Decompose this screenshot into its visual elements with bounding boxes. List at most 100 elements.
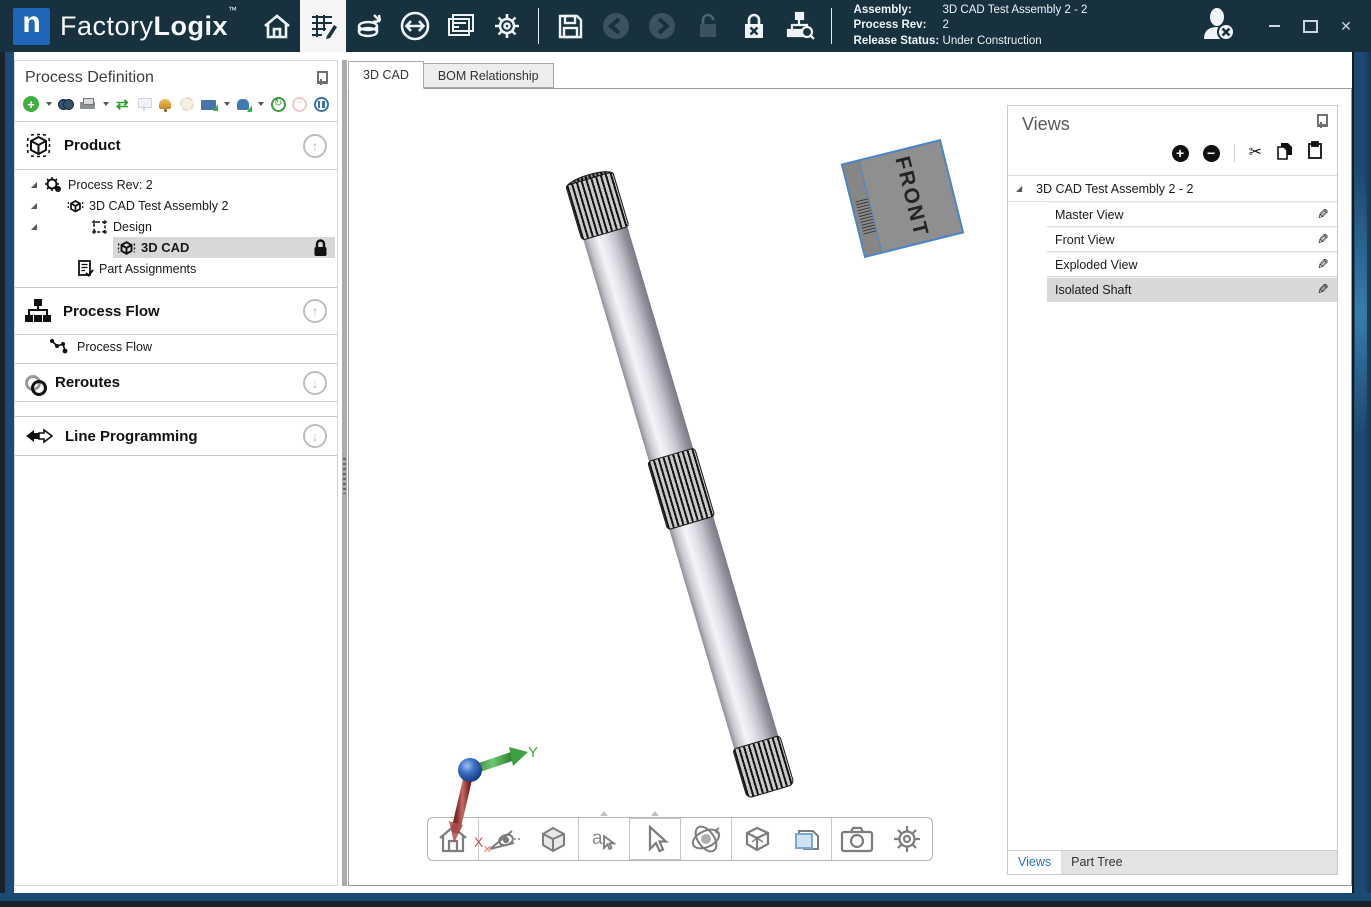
- section-process-flow[interactable]: Process Flow ↑: [15, 287, 337, 335]
- process-flow-item[interactable]: Process Flow: [15, 335, 337, 359]
- documents-icon[interactable]: [438, 0, 484, 52]
- assembly-label: Assembly:: [854, 3, 943, 19]
- shaded-view-button[interactable]: [529, 818, 579, 860]
- collapse-up-button[interactable]: ↑: [303, 134, 327, 158]
- lock-close-icon[interactable]: [731, 0, 777, 52]
- collapse-down-button[interactable]: ↓: [303, 371, 327, 395]
- line-programming-icon: [25, 427, 53, 445]
- axis-x-marker: ✕: [483, 843, 492, 856]
- look-along-axis-button[interactable]: ✕: [479, 818, 529, 860]
- front-face-label: FRONT: [889, 154, 932, 240]
- process-editor-icon[interactable]: [300, 0, 346, 52]
- splitter-handle[interactable]: [343, 458, 346, 494]
- tab-part-tree[interactable]: Part Tree: [1061, 851, 1132, 874]
- sync-icon[interactable]: [392, 0, 438, 52]
- isometric-view-button[interactable]: [732, 818, 782, 860]
- views-root-node[interactable]: ◢ 3D CAD Test Assembly 2 - 2: [1008, 176, 1337, 202]
- export-dropdown-icon[interactable]: [258, 102, 264, 106]
- pause-icon[interactable]: [314, 95, 330, 113]
- select-tool-button[interactable]: [629, 818, 681, 860]
- print-icon[interactable]: [80, 95, 96, 113]
- section-label: Line Programming: [65, 428, 198, 445]
- remove-view-icon[interactable]: −: [1203, 145, 1220, 162]
- close-button[interactable]: ✕: [1333, 15, 1359, 37]
- unlock-icon[interactable]: [685, 0, 731, 52]
- orbit-tool-button[interactable]: [681, 818, 731, 860]
- home-icon[interactable]: [254, 0, 300, 52]
- process-rev-label: Process Rev:: [854, 18, 943, 34]
- assembly-value: 3D CAD Test Assembly 2 - 2: [943, 3, 1088, 19]
- section-view-button[interactable]: [782, 818, 832, 860]
- pin-icon[interactable]: [315, 71, 327, 85]
- edit-pencil-icon[interactable]: ✎: [1317, 256, 1329, 273]
- view-item-label: Isolated Shaft: [1055, 283, 1131, 297]
- gear-icon[interactable]: [179, 95, 195, 113]
- tree-row-part-assignments[interactable]: Part Assignments: [15, 258, 337, 279]
- snapshot-camera-button[interactable]: [832, 818, 882, 860]
- view-item-label: Master View: [1055, 208, 1124, 222]
- view-home-button[interactable]: [428, 818, 478, 860]
- view-item-exploded[interactable]: Exploded View ✎: [1047, 252, 1337, 277]
- pin-icon[interactable]: [1315, 114, 1327, 128]
- edit-pencil-icon[interactable]: ✎: [1317, 281, 1329, 298]
- panel-splitter[interactable]: [342, 60, 347, 886]
- section-line-programming[interactable]: Line Programming ↓: [15, 416, 337, 456]
- expander-icon[interactable]: ◢: [1016, 184, 1028, 193]
- gears-icon: [45, 177, 63, 193]
- remove-icon[interactable]: −: [292, 95, 308, 113]
- section-reroutes[interactable]: Reroutes ↓: [15, 363, 337, 402]
- tab-3d-cad[interactable]: 3D CAD: [348, 61, 424, 89]
- save-icon[interactable]: [547, 0, 593, 52]
- settings-gear-icon[interactable]: [484, 0, 530, 52]
- paste-icon[interactable]: [1307, 141, 1323, 165]
- flow-path-icon: [49, 338, 69, 356]
- viewport-settings-button[interactable]: [882, 818, 932, 860]
- expander-icon[interactable]: ◢: [29, 222, 39, 231]
- import-dropdown-icon[interactable]: [224, 102, 230, 106]
- presentation-icon[interactable]: [136, 95, 152, 113]
- section-product[interactable]: Product ↑: [15, 122, 337, 170]
- cut-icon[interactable]: ✂: [1249, 145, 1262, 161]
- tab-views[interactable]: Views: [1008, 851, 1061, 874]
- expander-icon[interactable]: ◢: [29, 180, 39, 189]
- print-dropdown-icon[interactable]: [103, 102, 109, 106]
- refresh-icon[interactable]: ↻: [270, 95, 286, 113]
- add-dropdown-icon[interactable]: [46, 102, 52, 106]
- edit-pencil-icon[interactable]: ✎: [1317, 231, 1329, 248]
- back-icon[interactable]: [593, 0, 639, 52]
- logout-user-icon[interactable]: [1201, 7, 1237, 46]
- structure-search-icon[interactable]: [777, 0, 823, 52]
- tree-row-assembly[interactable]: ◢ 3D CAD Test Assembly 2: [15, 195, 337, 216]
- toolbar-separator: [1234, 144, 1235, 162]
- tree-row-3d-cad-selected[interactable]: 3D CAD: [15, 237, 337, 258]
- alert-bell-icon[interactable]: [158, 95, 174, 113]
- import-icon[interactable]: [201, 95, 217, 113]
- export-icon[interactable]: [236, 95, 252, 113]
- add-view-icon[interactable]: +: [1172, 145, 1189, 162]
- maximize-button[interactable]: [1297, 15, 1323, 37]
- product-tree: ◢ Process Rev: 2 ◢ 3D CAD Test Assembly …: [15, 170, 337, 287]
- forward-icon[interactable]: [639, 0, 685, 52]
- add-icon[interactable]: +: [23, 95, 39, 113]
- tree-row-design[interactable]: ◢ Design: [15, 216, 337, 237]
- view-item-master[interactable]: Master View ✎: [1047, 202, 1337, 227]
- find-icon[interactable]: [58, 95, 74, 113]
- viewport-toolbar: ✕ a: [427, 817, 933, 861]
- minimize-button[interactable]: [1261, 15, 1287, 37]
- tree-row-process-rev[interactable]: ◢ Process Rev: 2: [15, 174, 337, 195]
- design-icon: [91, 219, 108, 235]
- tab-bom-relationship[interactable]: BOM Relationship: [424, 63, 554, 88]
- collapse-down-button[interactable]: ↓: [303, 424, 327, 448]
- copy-icon[interactable]: [1276, 142, 1293, 165]
- select-by-name-button[interactable]: a: [579, 818, 629, 860]
- tree-label: Part Assignments: [99, 262, 196, 276]
- materials-icon[interactable]: [346, 0, 392, 52]
- expander-icon[interactable]: ◢: [29, 201, 39, 210]
- collapse-up-button[interactable]: ↑: [303, 299, 327, 323]
- view-item-isolated-shaft-selected[interactable]: Isolated Shaft ✎: [1047, 277, 1337, 302]
- process-definition-panel: Process Definition + ⇄ ↻ − Product ↑ ◢ P…: [14, 60, 338, 886]
- panel-toolbar: + ⇄ ↻ −: [15, 91, 337, 122]
- view-item-front[interactable]: Front View ✎: [1047, 227, 1337, 252]
- edit-pencil-icon[interactable]: ✎: [1317, 206, 1329, 223]
- swap-icon[interactable]: ⇄: [115, 95, 131, 113]
